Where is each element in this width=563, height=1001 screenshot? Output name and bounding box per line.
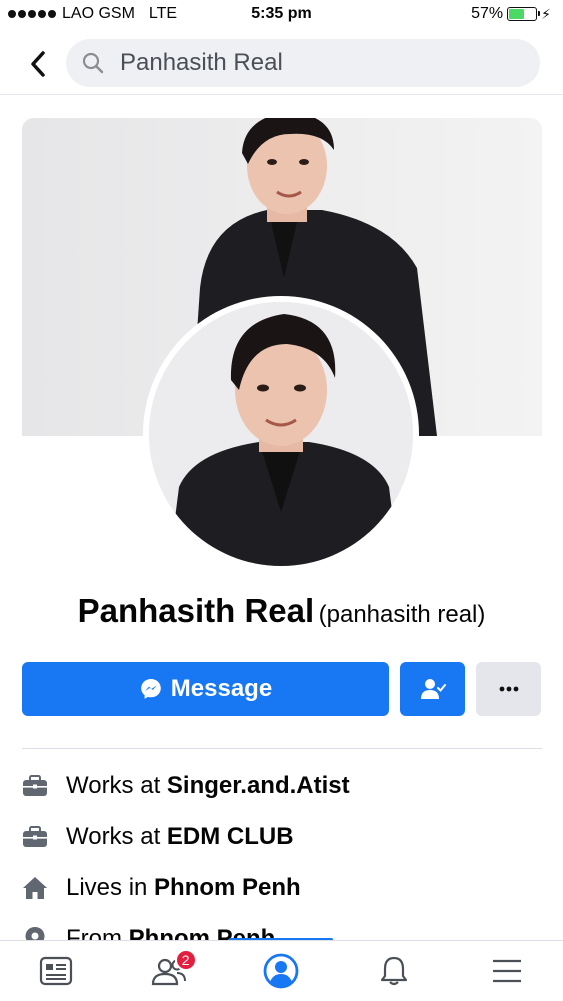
more-options-button[interactable] [476, 662, 541, 716]
alternate-name: (panhasith real) [318, 601, 486, 628]
intro-details: Works at Singer.and.Atist Works at EDM C… [22, 760, 542, 964]
briefcase-icon [22, 824, 48, 850]
workplace-name[interactable]: EDM CLUB [167, 823, 294, 851]
section-divider [22, 748, 542, 749]
bottom-tab-bar: 2 [0, 940, 563, 1001]
charging-icon: ⚡ [541, 5, 551, 22]
chevron-left-icon [31, 51, 45, 77]
intro-prefix: Works at [66, 822, 167, 850]
notification-badge: 2 [174, 949, 197, 971]
briefcase-icon [22, 773, 48, 799]
bell-icon [380, 956, 408, 986]
tab-news-feed[interactable] [0, 941, 113, 1001]
profile-picture[interactable] [143, 296, 419, 572]
intro-item-work-2[interactable]: Works at EDM CLUB [22, 811, 542, 862]
profile-picture-image [149, 302, 413, 566]
tab-menu[interactable] [450, 941, 563, 1001]
search-bar[interactable]: Panhasith Real [66, 39, 540, 87]
top-navigation: Panhasith Real [0, 34, 563, 95]
tab-notifications[interactable] [338, 941, 451, 1001]
intro-item-work-1[interactable]: Works at Singer.and.Atist [22, 760, 542, 811]
current-city[interactable]: Phnom Penh [154, 874, 301, 902]
search-query: Panhasith Real [120, 49, 283, 76]
more-dots-icon [499, 686, 518, 692]
tab-profile[interactable] [225, 941, 338, 1001]
back-button[interactable] [22, 48, 54, 80]
battery-percent: 57% [471, 5, 504, 22]
messenger-icon [140, 679, 161, 699]
intro-prefix: Lives in [66, 873, 155, 901]
message-button[interactable]: Message [22, 662, 389, 716]
news-feed-icon [40, 956, 73, 986]
intro-item-lives-in[interactable]: Lives in Phnom Penh [22, 862, 542, 913]
workplace-name[interactable]: Singer.and.Atist [167, 772, 350, 800]
tab-friend-requests[interactable]: 2 [113, 941, 226, 1001]
message-button-label: Message [170, 675, 273, 702]
friend-check-icon [420, 679, 446, 699]
profile-name: Panhasith Real [77, 592, 315, 629]
profile-name-row: Panhasith Real (panhasith real) [0, 592, 563, 630]
profile-icon [264, 953, 299, 989]
intro-prefix: Works at [66, 771, 167, 799]
battery-status: 57% ⚡ [471, 5, 551, 23]
home-icon [22, 875, 48, 901]
search-icon [82, 52, 104, 74]
battery-icon [507, 7, 541, 21]
friends-status-button[interactable] [400, 662, 465, 716]
status-bar: LAO GSM LTE 5:35 pm 57% ⚡ [0, 0, 563, 30]
hamburger-menu-icon [492, 959, 521, 983]
